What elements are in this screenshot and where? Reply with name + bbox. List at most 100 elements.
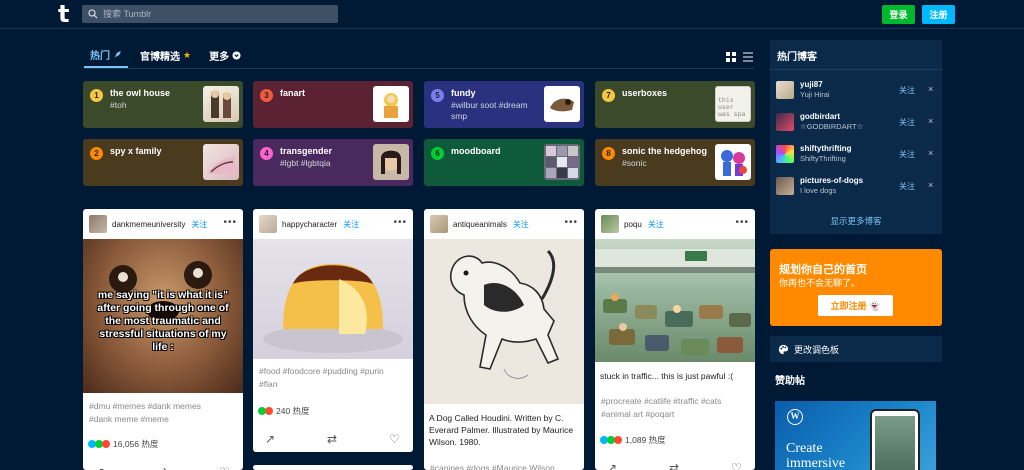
close-icon[interactable]: × <box>928 116 933 126</box>
list-view-icon[interactable] <box>743 49 753 62</box>
avatar[interactable] <box>776 177 794 195</box>
post-notes[interactable]: 1,089 热度 <box>600 434 666 446</box>
post-image[interactable] <box>253 239 413 359</box>
more-options-icon[interactable]: ••• <box>564 217 578 228</box>
signup-button[interactable]: 注册 <box>922 5 955 24</box>
blog-name[interactable]: pictures-of-dogs <box>800 176 863 185</box>
follow-button[interactable]: 关注 <box>899 181 915 192</box>
close-icon[interactable]: × <box>928 84 933 94</box>
share-icon[interactable]: ↗ <box>265 432 275 446</box>
trending-tag[interactable]: 2 spy x family <box>83 139 243 186</box>
blog-name[interactable]: yuji87 <box>800 80 823 89</box>
tab-staff-picks[interactable]: 官博精选 ★ <box>134 44 197 68</box>
tab-trending[interactable]: 热门 <box>84 44 128 68</box>
share-icon[interactable]: ↗ <box>607 461 617 470</box>
trending-tag[interactable]: 6 moodboard <box>424 139 584 186</box>
close-icon[interactable]: × <box>928 148 933 158</box>
post-card: antiqueanimals 关注 ••• A Dog Called Houdi… <box>424 209 584 470</box>
post-tags[interactable]: #dank meme #meme <box>89 413 169 426</box>
trending-tag[interactable]: 1 the owl house #toh <box>83 81 243 128</box>
heart-icon[interactable]: ♡ <box>731 461 742 470</box>
trending-tag[interactable]: 3 fanart <box>253 81 413 128</box>
post-tags[interactable]: #food #foodcore #pudding #purin <box>259 365 384 378</box>
rank-badge: 8 <box>602 147 615 160</box>
heart-icon[interactable]: ♡ <box>219 465 230 470</box>
post-tags[interactable]: #animal art #poqart <box>601 408 674 421</box>
avatar[interactable] <box>430 215 448 233</box>
trending-tag[interactable]: 5 fundy #wilbur soot #dream smp <box>424 81 584 128</box>
reblog-icon[interactable]: ⇄ <box>327 432 337 446</box>
post-tags[interactable]: #flan <box>259 378 277 391</box>
post-tags[interactable]: #dmu #memes #dank memes <box>89 400 201 413</box>
blog-name[interactable]: shiftythrifting <box>800 144 852 153</box>
show-more-blogs-link[interactable]: 显示更多博客 <box>770 215 942 227</box>
post-username[interactable]: dankmemeuniversity <box>112 220 185 229</box>
follow-button[interactable]: 关注 <box>191 219 207 230</box>
avatar[interactable] <box>601 215 619 233</box>
follow-button[interactable]: 关注 <box>899 117 915 128</box>
change-palette-button[interactable]: 更改调色板 <box>770 336 942 362</box>
more-options-icon[interactable]: ••• <box>735 217 749 228</box>
avatar[interactable] <box>776 145 794 163</box>
post-notes[interactable]: 16,056 热度 <box>88 438 158 450</box>
tag-name: sonic the hedgehog <box>622 146 708 156</box>
tumblr-logo[interactable]: t <box>58 2 78 26</box>
tag-thumbnail <box>203 86 239 122</box>
post-username[interactable]: happycharacter <box>282 220 337 229</box>
blog-item[interactable]: pictures-of-dogs I love dogs 关注 × <box>776 176 938 200</box>
avatar[interactable] <box>776 81 794 99</box>
post-image[interactable]: me saying "it is what it is" after going… <box>83 239 243 393</box>
post-username[interactable]: poqu <box>624 220 642 229</box>
post-tags[interactable]: #canines #dogs #Maurice Wilson <box>430 462 555 470</box>
follow-button[interactable]: 关注 <box>899 85 915 96</box>
avatar[interactable] <box>89 215 107 233</box>
heart-icon[interactable]: ♡ <box>389 432 400 446</box>
promo-signup-button[interactable]: 立即注册 👻 <box>818 295 893 316</box>
trending-blogs-panel: 热门博客 yuji87 Yuji Hirai 关注 × godbirdart ☆… <box>770 40 942 234</box>
rank-badge: 7 <box>602 89 615 102</box>
sponsored-ad[interactable]: W Create immersive <box>775 401 936 470</box>
search-input[interactable] <box>103 9 323 19</box>
share-icon[interactable]: ↗ <box>95 465 105 470</box>
close-icon[interactable]: × <box>928 180 933 190</box>
follow-button[interactable]: 关注 <box>648 219 664 230</box>
palette-icon <box>778 344 789 354</box>
tag-name: transgender <box>280 146 333 156</box>
wordpress-logo-icon: W <box>787 409 803 425</box>
login-button[interactable]: 登录 <box>882 5 915 24</box>
post-tags[interactable]: #procreate #catlife #traffic #cats <box>601 395 721 408</box>
post-username[interactable]: antiqueanimals <box>453 220 507 229</box>
post-image[interactable] <box>595 239 755 362</box>
avatar[interactable] <box>776 113 794 131</box>
grid-view-icon[interactable] <box>726 49 736 62</box>
tag-thumbnail <box>373 86 409 122</box>
post-actions: ↗ ⇄ ♡ <box>253 429 413 449</box>
trending-tag[interactable]: 8 sonic the hedgehog #sonic <box>595 139 755 186</box>
trending-tag[interactable]: 4 transgender #lgbt #lgbtqia <box>253 139 413 186</box>
blog-name[interactable]: godbirdart <box>800 112 840 121</box>
post-card: happycharacter 关注 ••• #food #foodcore #p… <box>253 209 413 452</box>
more-options-icon[interactable]: ••• <box>223 217 237 228</box>
heart-note-icon <box>265 407 273 415</box>
post-header: poqu 关注 ••• <box>595 209 755 239</box>
trending-tag[interactable]: 7 userboxes this user was spa <box>595 81 755 128</box>
tab-more[interactable]: 更多 <box>203 44 247 68</box>
post-notes[interactable]: 240 热度 <box>258 405 310 417</box>
follow-button[interactable]: 关注 <box>513 219 529 230</box>
notes-count: 16,056 热度 <box>113 439 159 449</box>
post-actions: ↗ ⇄ ♡ <box>595 458 755 470</box>
panel-title: 热门博客 <box>777 52 817 63</box>
follow-button[interactable]: 关注 <box>343 219 359 230</box>
tab-label: 热门 <box>90 51 110 62</box>
blog-item[interactable]: yuji87 Yuji Hirai 关注 × <box>776 80 938 104</box>
reblog-icon[interactable]: ⇄ <box>157 465 167 470</box>
blog-item[interactable]: godbirdart ☆GODBIRDART☆ 关注 × <box>776 112 938 136</box>
follow-button[interactable]: 关注 <box>899 149 915 160</box>
more-options-icon[interactable]: ••• <box>393 217 407 228</box>
reblog-icon[interactable]: ⇄ <box>669 461 679 470</box>
avatar[interactable] <box>259 215 277 233</box>
search-box[interactable] <box>82 5 338 23</box>
post-image[interactable] <box>424 239 584 404</box>
tag-related: #sonic <box>622 158 647 168</box>
blog-item[interactable]: shiftythrifting ShiftyThrifting 关注 × <box>776 144 938 168</box>
